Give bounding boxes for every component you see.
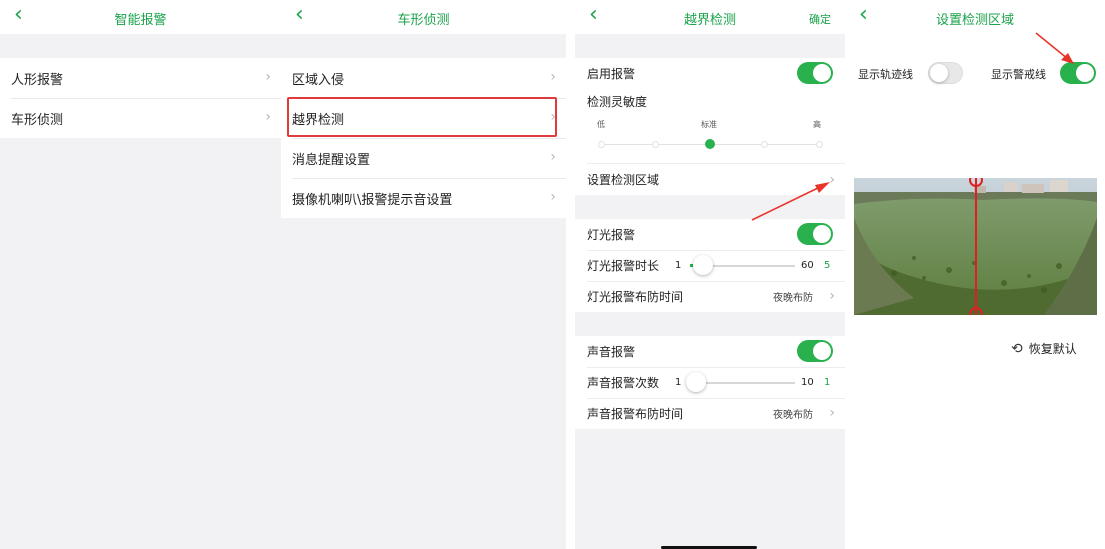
annotation-arrow-icon — [751, 182, 830, 221]
annotation-arrow-icon — [1035, 32, 1074, 64]
annotation-layer — [751, 32, 1074, 221]
